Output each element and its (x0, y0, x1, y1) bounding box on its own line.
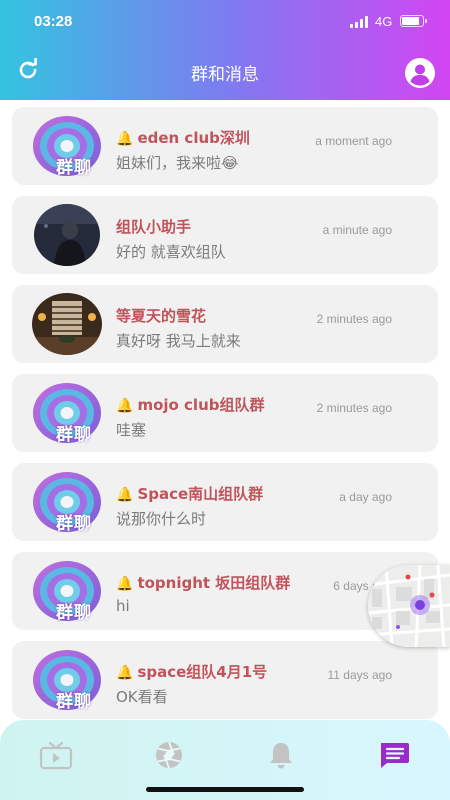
conversation-name-text: Space南山组队群 (137, 485, 264, 503)
conversation-name-text: mojo club组队群 (137, 396, 265, 414)
conversation-preview: 哇塞 (116, 421, 147, 439)
conversation-name: 🔔 Space南山组队群 (116, 483, 263, 504)
group-avatar: 群聊 (32, 649, 102, 712)
aperture-icon (156, 741, 182, 769)
group-avatar-label: 群聊 (56, 514, 92, 534)
group-avatar-label: 群聊 (56, 603, 92, 623)
conversation-name: 🔔 space组队4月1号 (116, 661, 267, 682)
tab-tv[interactable] (39, 740, 73, 770)
user-avatar (32, 293, 102, 355)
bell-icon: 🔔 (116, 665, 134, 681)
signal-icon (350, 16, 368, 28)
tab-messages[interactable] (377, 740, 411, 770)
conversation-preview: OK看看 (116, 688, 168, 706)
conversation-name: 组队小助手 (116, 216, 191, 237)
battery-icon (400, 15, 427, 27)
bell-icon (270, 743, 292, 769)
group-avatar: 群聊 (32, 560, 102, 623)
conversation-preview: 姐妹们，我来啦😂 (116, 154, 239, 172)
conversation-item[interactable]: 群聊 🔔 eden club深圳 a moment ago 姐妹们，我来啦😂 (12, 107, 438, 185)
map-widget[interactable] (368, 565, 450, 647)
group-avatar-label: 群聊 (56, 425, 92, 445)
group-avatar: 群聊 (32, 471, 102, 534)
conversation-name-text: 等夏天的雪花 (116, 307, 207, 325)
conversation-name-text: eden club深圳 (137, 129, 250, 147)
tab-notifications[interactable] (264, 740, 298, 770)
chat-icon (381, 743, 409, 768)
group-avatar: 群聊 (32, 382, 102, 445)
bell-icon: 🔔 (116, 398, 134, 414)
conversation-item[interactable]: 群聊 🔔 Space南山组队群 a day ago 说那你什么时 (12, 463, 438, 541)
tab-camera[interactable] (152, 740, 186, 770)
bell-icon: 🔔 (116, 576, 134, 592)
conversation-item[interactable]: 群聊 🔔 space组队4月1号 11 days ago OK看看 (12, 641, 438, 719)
page-title: 群和消息 (191, 65, 259, 85)
conversation-preview: 真好呀 我马上就来 (116, 332, 241, 350)
header-bar: 03:28 4G 群和消息 (0, 0, 450, 100)
conversation-name: 🔔 eden club深圳 (116, 127, 250, 148)
user-icon (405, 58, 435, 88)
conversation-name-text: space组队4月1号 (137, 663, 268, 681)
network-label: 4G (375, 14, 393, 29)
conversation-time: 2 minutes ago (316, 401, 392, 415)
conversation-preview: 好的 就喜欢组队 (116, 243, 226, 261)
conversation-time: a day ago (339, 490, 392, 504)
bell-icon: 🔔 (116, 131, 134, 147)
tv-icon (39, 741, 73, 770)
status-bar: 03:28 4G (0, 0, 450, 44)
profile-button[interactable] (404, 57, 436, 89)
conversation-name: 🔔 mojo club组队群 (116, 394, 265, 415)
conversation-name-text: topnight 坂田组队群 (137, 574, 291, 592)
user-avatar (32, 204, 102, 266)
conversation-time: 2 minutes ago (316, 312, 392, 326)
conversation-time: a minute ago (322, 223, 392, 237)
conversation-preview: hi (116, 597, 130, 615)
map-thumbnail-icon (368, 565, 450, 647)
conversation-preview: 说那你什么时 (116, 510, 207, 528)
group-avatar-label: 群聊 (56, 158, 92, 178)
conversation-name-text: 组队小助手 (116, 218, 192, 236)
conversation-name: 🔔 topnight 坂田组队群 (116, 572, 290, 593)
conversation-time: 11 days ago (327, 668, 393, 682)
bell-icon: 🔔 (116, 487, 134, 503)
conversation-item[interactable]: 组队小助手 a minute ago 好的 就喜欢组队 (12, 196, 438, 274)
conversation-time: a moment ago (315, 134, 392, 148)
home-indicator (146, 787, 304, 792)
group-avatar-label: 群聊 (56, 692, 92, 712)
conversation-item[interactable]: 等夏天的雪花 2 minutes ago 真好呀 我马上就来 (12, 285, 438, 363)
conversation-item[interactable]: 群聊 🔔 mojo club组队群 2 minutes ago 哇塞 (12, 374, 438, 452)
conversation-name: 等夏天的雪花 (116, 305, 206, 326)
group-avatar: 群聊 (32, 115, 102, 178)
status-time: 03:28 (34, 13, 73, 30)
